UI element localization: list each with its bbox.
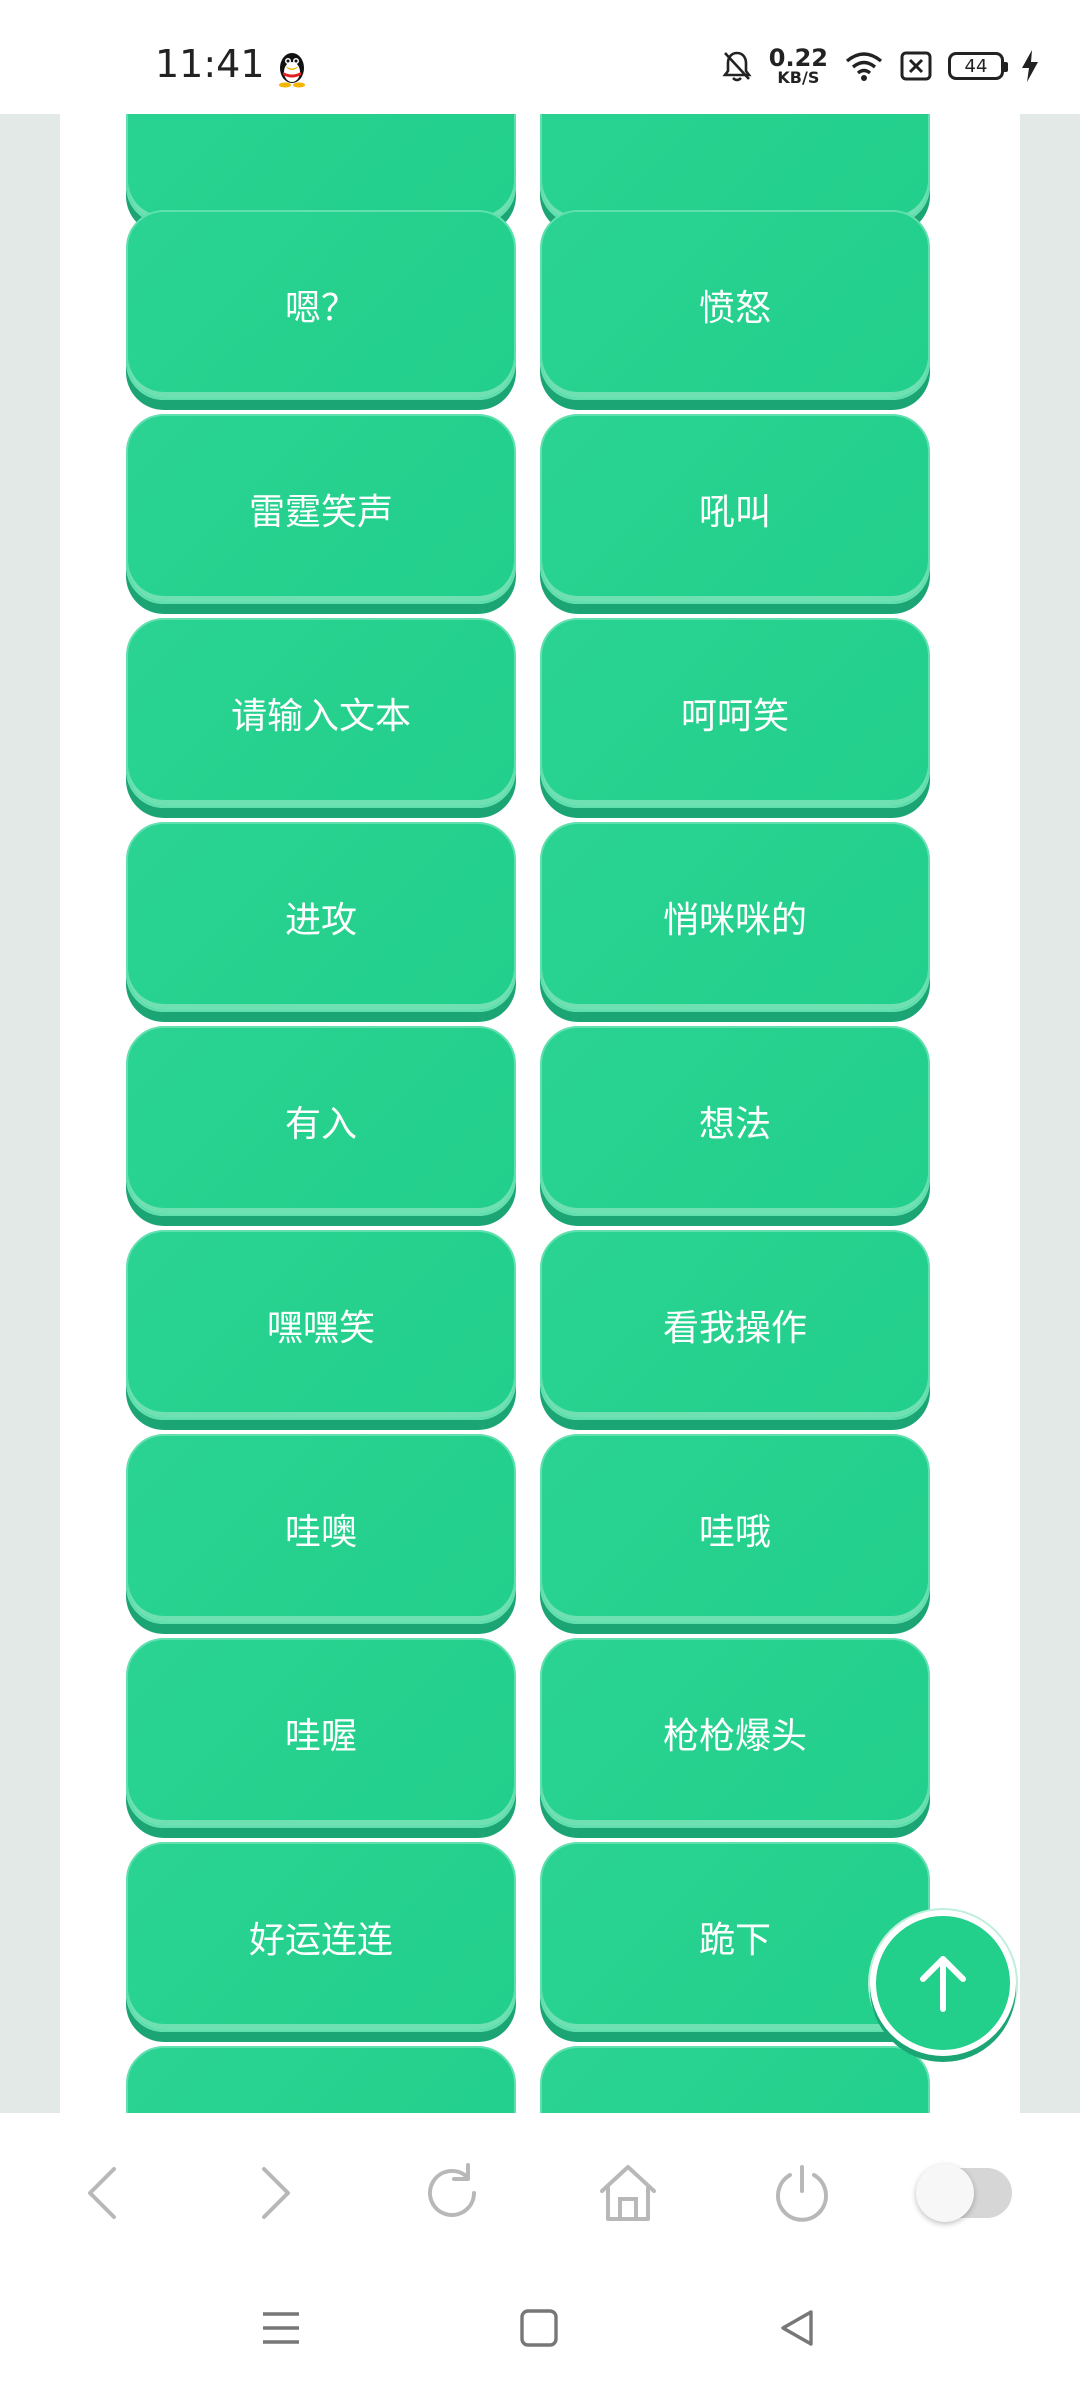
scroll-to-top-button[interactable] (870, 1910, 1016, 2056)
sound-button[interactable]: 嘿嘿笑 (126, 1230, 516, 1420)
sound-button[interactable]: 有入 (126, 1026, 516, 1216)
forward-button[interactable] (236, 2153, 316, 2233)
sound-button[interactable]: 枪枪爆头 (540, 1638, 930, 1828)
sound-button[interactable]: 呵呵笑 (540, 618, 930, 808)
battery-indicator: 44 (948, 52, 1008, 80)
button-panel: 嗯？ 愤怒 雷霆笑声 吼叫 请输入文本 呵呵笑 进攻 悄咪咪的 有入 想法 嘿嘿… (60, 114, 1020, 2113)
power-button[interactable] (762, 2153, 842, 2233)
home-icon (600, 2165, 656, 2221)
home-square-icon (520, 2309, 558, 2347)
system-nav-bar (0, 2273, 1080, 2400)
back-triangle-icon (781, 2310, 813, 2346)
sound-button[interactable]: 请输入文本 (126, 618, 516, 808)
charging-bolt-icon (1022, 50, 1038, 82)
sound-button[interactable]: 吼叫 (540, 414, 930, 604)
sound-button[interactable] (126, 2046, 516, 2113)
sound-button[interactable] (540, 2046, 930, 2113)
home-nav-button[interactable] (504, 2293, 574, 2363)
power-icon (776, 2165, 828, 2222)
refresh-button[interactable] (412, 2153, 492, 2233)
toggle-knob (916, 2164, 974, 2222)
mode-toggle[interactable] (916, 2164, 1012, 2222)
sound-button[interactable]: 想法 (540, 1026, 930, 1216)
sound-button[interactable]: 跪下 (540, 1842, 930, 2032)
refresh-icon (428, 2163, 476, 2217)
home-button[interactable] (588, 2153, 668, 2233)
sound-button[interactable]: 嗯？ (126, 210, 516, 400)
sound-button[interactable]: 愤怒 (540, 210, 930, 400)
sound-button[interactable] (126, 114, 516, 224)
mute-bell-icon (722, 51, 752, 82)
recents-button[interactable] (246, 2293, 316, 2363)
sound-button[interactable]: 哇噢 (126, 1434, 516, 1624)
content-area[interactable]: 嗯？ 愤怒 雷霆笑声 吼叫 请输入文本 呵呵笑 进攻 悄咪咪的 有入 想法 嘿嘿… (0, 114, 1080, 2113)
sound-button[interactable]: 看我操作 (540, 1230, 930, 1420)
sound-button[interactable]: 进攻 (126, 822, 516, 1012)
menu-icon (263, 2312, 299, 2344)
qq-penguin-icon (279, 53, 305, 88)
status-bar: 11:41 0.22 KB/S 44 (0, 0, 1080, 114)
back-icon (88, 2167, 116, 2219)
network-speed: 0.22 KB/S (768, 44, 828, 87)
sound-button[interactable]: 哇哦 (540, 1434, 930, 1624)
sound-button[interactable]: 哇喔 (126, 1638, 516, 1828)
sound-button[interactable]: 悄咪咪的 (540, 822, 930, 1012)
wifi-icon (845, 52, 883, 81)
back-nav-button[interactable] (762, 2293, 832, 2363)
sound-button[interactable] (540, 114, 930, 224)
forward-icon (262, 2167, 290, 2219)
sim-x-icon (900, 51, 932, 81)
status-icons: 0.22 KB/S 44 (721, 44, 1040, 88)
arrow-up-icon (920, 1956, 966, 2012)
sound-button[interactable]: 好运连连 (126, 1842, 516, 2032)
status-time: 11:41 (155, 42, 265, 86)
sound-button[interactable]: 雷霆笑声 (126, 414, 516, 604)
back-button[interactable] (62, 2153, 142, 2233)
